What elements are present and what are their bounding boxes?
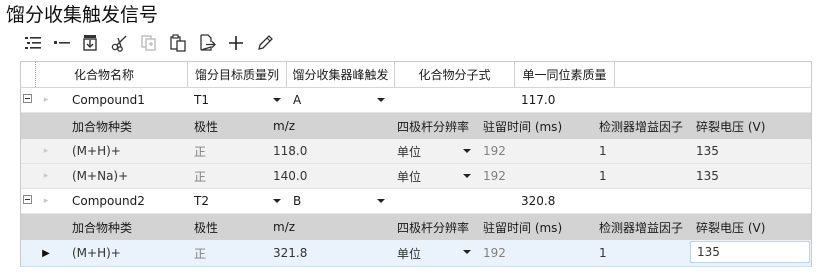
chevron-down-icon[interactable]	[463, 250, 471, 254]
col-header-polarity[interactable]: 极性	[188, 113, 267, 139]
col-header-dwell[interactable]: 驻留时间 (ms)	[477, 113, 593, 139]
add-icon[interactable]	[225, 32, 247, 54]
mono-mass-cell[interactable]: 117.0	[515, 88, 615, 112]
adduct-polarity[interactable]: 正	[188, 164, 267, 188]
chevron-down-icon[interactable]	[463, 174, 471, 178]
col-header-target-column[interactable]: 馏分目标质量列	[188, 62, 287, 87]
mono-mass-cell[interactable]: 320.8	[515, 189, 615, 213]
col-header-dwell[interactable]: 驻留时间 (ms)	[477, 214, 593, 240]
adduct-mz[interactable]: 140.0	[267, 164, 391, 188]
adduct-species[interactable]: (M+Na)+	[66, 164, 188, 188]
adduct-mz[interactable]: 118.0	[267, 139, 391, 163]
chevron-down-icon[interactable]	[273, 98, 281, 102]
collapse-minus-icon[interactable]	[51, 32, 73, 54]
col-header-compound-name[interactable]: 化合物名称	[36, 62, 188, 87]
col-header-peak-trigger[interactable]: 馏分收集器峰触发	[287, 62, 395, 87]
resolution-select[interactable]: 单位	[391, 139, 477, 163]
col-header-mz[interactable]: m/z	[267, 113, 391, 139]
col-header-formula[interactable]: 化合物分子式	[395, 62, 515, 87]
peak-trigger-select[interactable]: A	[287, 88, 391, 112]
col-header-mz[interactable]: m/z	[267, 214, 391, 240]
row-indicator-icon: ▸	[43, 196, 49, 206]
peak-trigger-value: A	[293, 93, 302, 107]
adduct-polarity[interactable]: 正	[188, 240, 267, 266]
target-column-select[interactable]: T2	[188, 189, 287, 213]
target-column-value: T1	[194, 93, 209, 107]
col-header-resolution[interactable]: 四极杆分辨率	[391, 214, 477, 240]
adduct-row[interactable]: ▸ (M+H)+ 正 118.0 单位 192 1 135	[21, 139, 811, 164]
header-spacer	[21, 62, 36, 87]
adduct-dwell[interactable]: 192	[477, 139, 593, 163]
adduct-row[interactable]: ▸ (M+Na)+ 正 140.0 单位 192 1 135	[21, 164, 811, 189]
cut-icon[interactable]	[109, 32, 131, 54]
adduct-row-selected[interactable]: ▶ (M+H)+ 正 321.8 单位 192 1 135	[21, 240, 811, 267]
paste-icon[interactable]	[167, 32, 189, 54]
compound-row[interactable]: ▸ Compound1 T1 A 117.0	[21, 88, 811, 113]
adduct-header-row: 加合物种类 极性 m/z 四极杆分辨率 驻留时间 (ms) 检测器增益因子 碎裂…	[21, 214, 811, 240]
adduct-gain[interactable]: 1	[593, 139, 690, 163]
resolution-value: 单位	[397, 169, 422, 184]
chevron-down-icon[interactable]	[377, 98, 385, 102]
page-title: 馏分收集触发信号	[6, 4, 159, 26]
col-header-mono-mass[interactable]: 单一同位素质量	[515, 62, 615, 87]
col-header-adduct-species[interactable]: 加合物种类	[66, 214, 188, 240]
row-indicator-icon: ▸	[43, 171, 49, 181]
col-header-gain[interactable]: 检测器增益因子	[593, 214, 690, 240]
resolution-value: 单位	[397, 246, 422, 261]
adduct-fragmentor[interactable]: 135	[690, 164, 811, 188]
grid-header-row: 化合物名称 馏分目标质量列 馏分收集器峰触发 化合物分子式 单一同位素质量	[21, 62, 811, 88]
adduct-header-row: 加合物种类 极性 m/z 四极杆分辨率 驻留时间 (ms) 检测器增益因子 碎裂…	[21, 113, 811, 139]
resolution-select[interactable]: 单位	[391, 164, 477, 188]
chevron-down-icon[interactable]	[463, 149, 471, 153]
fragmentor-edit-field[interactable]: 135	[690, 241, 810, 263]
adduct-dwell[interactable]: 192	[477, 240, 593, 266]
current-row-indicator-icon: ▶	[42, 247, 50, 259]
row-indicator-icon: ▸	[43, 95, 49, 105]
adduct-species[interactable]: (M+H)+	[66, 139, 188, 163]
adduct-species[interactable]: (M+H)+	[66, 240, 188, 266]
compound-row[interactable]: ▸ Compound2 T2 B 320.8	[21, 189, 811, 214]
target-column-select[interactable]: T1	[188, 88, 287, 112]
export-icon[interactable]	[196, 32, 218, 54]
collapse-toggle-icon[interactable]	[23, 195, 32, 204]
compound-name[interactable]: Compound2	[66, 189, 188, 213]
resolution-select[interactable]: 单位	[391, 240, 477, 266]
formula-cell[interactable]	[395, 189, 515, 213]
toolbar	[22, 32, 276, 54]
insert-row-icon[interactable]	[80, 32, 102, 54]
peak-trigger-select[interactable]: B	[287, 189, 391, 213]
row-indicator-icon: ▸	[43, 146, 49, 156]
list-indent-icon[interactable]	[22, 32, 44, 54]
chevron-down-icon[interactable]	[273, 199, 281, 203]
adduct-mz[interactable]: 321.8	[267, 240, 391, 266]
resolution-value: 单位	[397, 144, 422, 159]
adduct-gain[interactable]: 1	[593, 164, 690, 188]
peak-trigger-value: B	[293, 194, 302, 208]
chevron-down-icon[interactable]	[377, 199, 385, 203]
adduct-dwell[interactable]: 192	[477, 164, 593, 188]
copy-icon[interactable]	[138, 32, 160, 54]
formula-cell[interactable]	[395, 88, 515, 112]
col-header-adduct-species[interactable]: 加合物种类	[66, 113, 188, 139]
collapse-toggle-icon[interactable]	[23, 94, 32, 103]
col-header-fragmentor[interactable]: 碎裂电压 (V)	[690, 214, 811, 240]
col-header-polarity[interactable]: 极性	[188, 214, 267, 240]
target-column-value: T2	[194, 194, 209, 208]
col-header-fragmentor[interactable]: 碎裂电压 (V)	[690, 113, 811, 139]
adduct-gain[interactable]: 1	[593, 240, 690, 266]
col-header-gain[interactable]: 检测器增益因子	[593, 113, 690, 139]
compound-grid: 化合物名称 馏分目标质量列 馏分收集器峰触发 化合物分子式 单一同位素质量 ▸ …	[20, 61, 812, 267]
adduct-fragmentor[interactable]: 135	[690, 139, 811, 163]
col-header-resolution[interactable]: 四极杆分辨率	[391, 113, 477, 139]
adduct-polarity[interactable]: 正	[188, 139, 267, 163]
compound-name[interactable]: Compound1	[66, 88, 188, 112]
edit-pencil-icon[interactable]	[254, 32, 276, 54]
